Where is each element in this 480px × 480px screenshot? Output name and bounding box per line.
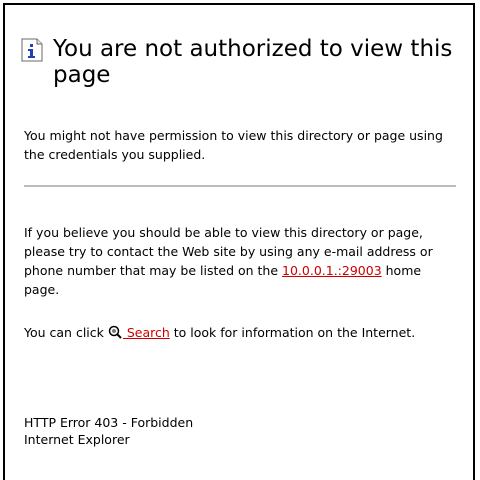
page-title: You are not authorized to view this page bbox=[53, 36, 453, 88]
contact-message: If you believe you should be able to vie… bbox=[24, 223, 444, 299]
search-link[interactable]: Search bbox=[123, 325, 170, 340]
info-icon bbox=[21, 38, 43, 62]
browser-name: Internet Explorer bbox=[24, 432, 130, 447]
permission-message: You might not have permission to view th… bbox=[24, 128, 443, 162]
error-code: HTTP Error 403 - Forbidden bbox=[24, 415, 194, 430]
error-header: You are not authorized to view this page bbox=[21, 36, 461, 88]
search-icon[interactable] bbox=[108, 325, 122, 339]
home-page-link[interactable]: 10.0.0.1.:29003 bbox=[282, 263, 382, 278]
search-text-end: to look for information on the Internet. bbox=[169, 325, 416, 340]
divider bbox=[24, 185, 456, 187]
search-text: You can click bbox=[24, 325, 108, 340]
search-message: You can click Search to look for informa… bbox=[24, 323, 444, 342]
error-details: HTTP Error 403 - Forbidden Internet Explo… bbox=[24, 414, 444, 448]
